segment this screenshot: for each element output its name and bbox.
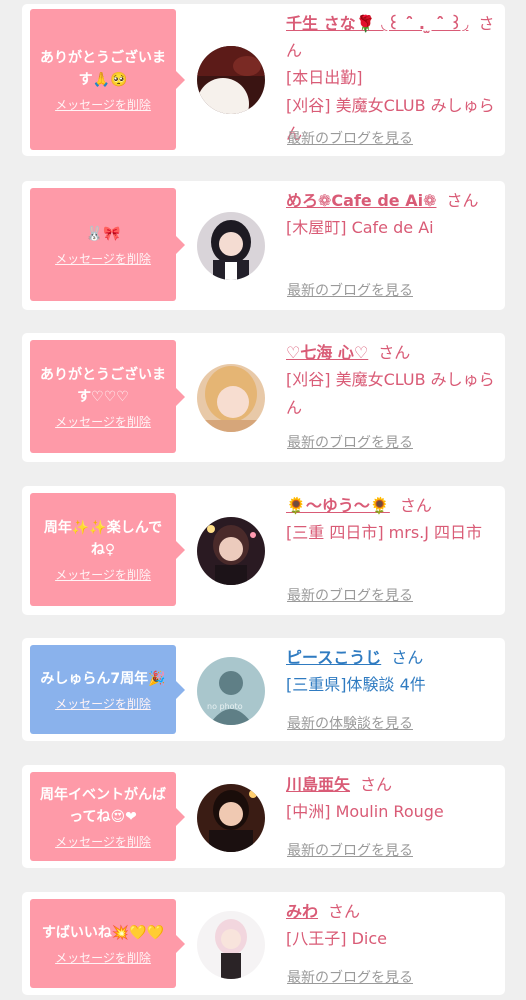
honorific: さん <box>378 343 411 362</box>
no-photo-label: no photo <box>207 702 243 711</box>
delete-message-link[interactable]: メッセージを削除 <box>55 950 151 966</box>
cast-name-link[interactable]: 千生 さな🌹 ◟꒰ ˆ̑ . ̫ ˆ̑ ꒱◞ <box>286 14 468 33</box>
message-card: ありがとうございます♡♡♡ メッセージを削除 ♡七海 心♡ さん [刈谷] 美魔女… <box>22 333 505 462</box>
latest-review-link[interactable]: 最新の体験談を見る <box>287 713 413 733</box>
honorific: さん <box>399 496 432 515</box>
work-status: [本日出勤] <box>286 68 363 87</box>
message-text: 周年✨✨楽しんでね♀ <box>43 519 163 558</box>
honorific: さん <box>446 191 479 210</box>
avatar[interactable] <box>197 364 265 432</box>
avatar[interactable] <box>197 46 265 114</box>
latest-blog-link[interactable]: 最新のブログを見る <box>287 128 413 148</box>
delete-message-link[interactable]: メッセージを削除 <box>55 97 151 113</box>
message-text: すばいいね💥💛💛 <box>41 924 165 941</box>
message-bubble: 🐰🎀 メッセージを削除 <box>30 188 185 301</box>
message-text: ありがとうございます🙏🥺 <box>40 49 166 88</box>
cast-info: ♡七海 心♡ さん [刈谷] 美魔女CLUB みしゅらん <box>286 339 498 422</box>
cast-info: 🌻〜ゆう〜🌻 さん [三重 四日市] mrs.J 四日市 <box>286 492 498 547</box>
cast-name-link[interactable]: ♡七海 心♡ <box>286 343 368 362</box>
message-text: 🐰🎀 <box>85 225 121 242</box>
name-line: 🌻〜ゆう〜🌻 さん <box>286 492 498 519</box>
shop-info: [三重 四日市] mrs.J 四日市 <box>286 523 483 542</box>
user-info: ピースこうじ さん [三重県]体験談 4件 <box>286 644 498 699</box>
latest-blog-link[interactable]: 最新のブログを見る <box>287 432 413 452</box>
message-bubble: みしゅらん7周年🎉 メッセージを削除 <box>30 645 185 734</box>
avatar[interactable] <box>197 784 265 852</box>
cast-name-link[interactable]: みわ <box>286 902 318 921</box>
user-name-link[interactable]: ピースこうじ <box>286 648 381 667</box>
message-bubble: 周年✨✨楽しんでね♀ メッセージを削除 <box>30 493 185 606</box>
name-line: ♡七海 心♡ さん <box>286 339 498 366</box>
delete-message-link[interactable]: メッセージを削除 <box>55 567 151 583</box>
cast-info: みわ さん [八王子] Dice <box>286 898 498 953</box>
latest-blog-link[interactable]: 最新のブログを見る <box>287 585 413 605</box>
message-card: ありがとうございます🙏🥺 メッセージを削除 千生 さな🌹 ◟꒰ ˆ̑ . ̫ ˆ… <box>22 4 505 156</box>
name-line: 千生 さな🌹 ◟꒰ ˆ̑ . ̫ ˆ̑ ꒱◞ さん <box>286 10 498 64</box>
message-bubble: ありがとうございます🙏🥺 メッセージを削除 <box>30 9 185 150</box>
honorific: さん <box>360 775 393 794</box>
name-line: 川島亜矢 さん <box>286 771 498 798</box>
latest-blog-link[interactable]: 最新のブログを見る <box>287 967 413 987</box>
shop-info: [刈谷] 美魔女CLUB みしゅらん <box>286 370 495 417</box>
cast-info: めろ❁Cafe de Ai❁ さん [木屋町] Cafe de Ai <box>286 187 498 242</box>
latest-blog-link[interactable]: 最新のブログを見る <box>287 840 413 860</box>
delete-message-link[interactable]: メッセージを削除 <box>55 834 151 850</box>
message-bubble: ありがとうございます♡♡♡ メッセージを削除 <box>30 340 185 453</box>
delete-message-link[interactable]: メッセージを削除 <box>55 414 151 430</box>
honorific: さん <box>391 648 424 667</box>
avatar[interactable] <box>197 517 265 585</box>
message-card: すばいいね💥💛💛 メッセージを削除 みわ さん [八王子] Dice 最新のブログ… <box>22 892 505 995</box>
message-card: 周年イベントがんばってね😍❤ メッセージを削除 川島亜矢 さん [中洲] Moul… <box>22 765 505 868</box>
avatar[interactable]: no photo <box>197 657 265 725</box>
delete-message-link[interactable]: メッセージを削除 <box>55 251 151 267</box>
name-line: みわ さん <box>286 898 498 925</box>
cast-name-link[interactable]: 川島亜矢 <box>286 775 350 794</box>
cast-name-link[interactable]: めろ❁Cafe de Ai❁ <box>286 191 436 210</box>
message-card: 🐰🎀 メッセージを削除 めろ❁Cafe de Ai❁ さん [木屋町] Cafe … <box>22 181 505 310</box>
avatar[interactable] <box>197 212 265 280</box>
message-card: 周年✨✨楽しんでね♀ メッセージを削除 🌻〜ゆう〜🌻 さん [三重 四日市] mr… <box>22 486 505 615</box>
message-bubble: 周年イベントがんばってね😍❤ メッセージを削除 <box>30 772 185 861</box>
delete-message-link[interactable]: メッセージを削除 <box>55 696 151 712</box>
shop-info: [八王子] Dice <box>286 929 387 948</box>
message-bubble: すばいいね💥💛💛 メッセージを削除 <box>30 899 185 988</box>
message-card: みしゅらん7周年🎉 メッセージを削除 no photo ピースこうじ さん [三重… <box>22 638 505 741</box>
latest-blog-link[interactable]: 最新のブログを見る <box>287 280 413 300</box>
honorific: さん <box>328 902 361 921</box>
message-text: 周年イベントがんばってね😍❤ <box>40 786 166 825</box>
shop-info: [木屋町] Cafe de Ai <box>286 218 434 237</box>
cast-info: 川島亜矢 さん [中洲] Moulin Rouge <box>286 771 498 826</box>
avatar[interactable] <box>197 911 265 979</box>
message-text: ありがとうございます♡♡♡ <box>40 366 166 405</box>
cast-name-link[interactable]: 🌻〜ゆう〜🌻 <box>286 496 390 515</box>
review-info: [三重県]体験談 4件 <box>286 675 426 694</box>
message-text: みしゅらん7周年🎉 <box>40 670 166 687</box>
shop-info: [中洲] Moulin Rouge <box>286 802 444 821</box>
name-line: ピースこうじ さん <box>286 644 498 671</box>
name-line: めろ❁Cafe de Ai❁ さん <box>286 187 498 214</box>
